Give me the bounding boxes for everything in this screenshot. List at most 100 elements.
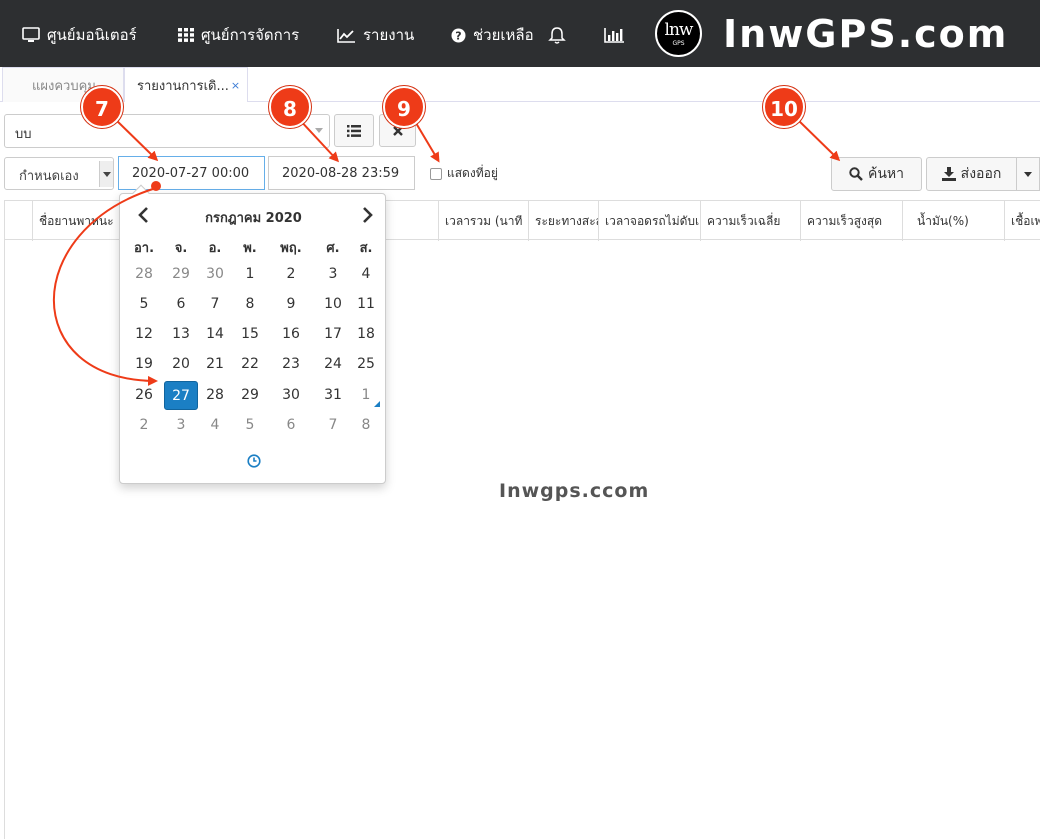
table-header-cell: [4, 201, 32, 241]
nav-monitor[interactable]: ศูนย์มอนิเตอร์: [22, 24, 137, 46]
day-cell[interactable]: 6: [164, 290, 198, 319]
day-cell[interactable]: 24: [316, 350, 350, 379]
weekday-label: อา.: [133, 241, 155, 256]
col-distance[interactable]: ระยะทางสะสม: [528, 201, 598, 241]
col-fuel[interactable]: เชื้อเพลิง: [1004, 201, 1040, 241]
nav-management[interactable]: ศูนย์การจัดการ: [178, 24, 299, 46]
datepicker-month-title[interactable]: กรกฎาคม 2020: [120, 207, 387, 228]
weekday-label: ศ.: [326, 241, 340, 256]
day-cell[interactable]: 3: [316, 260, 350, 289]
nav-monitor-label: ศูนย์มอนิเตอร์: [47, 26, 137, 44]
export-button-label: ส่งออก: [960, 166, 1002, 182]
nav-help-label: ช่วยเหลือ: [473, 26, 534, 44]
brand-logo-text: lnw: [664, 20, 694, 40]
datepicker-header: กรกฎาคม 2020: [120, 205, 387, 228]
show-address-toggle[interactable]: แสดงที่อยู่: [430, 164, 498, 183]
day-cell[interactable]: 16: [274, 320, 308, 349]
day-cell[interactable]: 20: [164, 350, 198, 379]
col-max-speed[interactable]: ความเร็วสูงสุด: [800, 201, 902, 241]
day-cell[interactable]: 17: [316, 320, 350, 349]
bar-chart-icon[interactable]: [604, 24, 625, 46]
export-button[interactable]: ส่งออก: [926, 157, 1017, 191]
list-icon: [347, 124, 361, 137]
notification-bell-icon[interactable]: [548, 24, 566, 46]
col-vehicle-name[interactable]: ชื่อยานพาหนะ: [32, 201, 132, 241]
end-date-input[interactable]: [268, 156, 415, 190]
day-cell[interactable]: 1: [233, 260, 267, 289]
col-total-time[interactable]: เวลารวม (นาที: [438, 201, 528, 241]
day-cell[interactable]: 28: [198, 381, 232, 410]
tab-bar: แผงควบคุม รายงานการเดิ... ×: [0, 67, 1040, 102]
day-cell[interactable]: 9: [274, 290, 308, 319]
nav-management-label: ศูนย์การจัดการ: [201, 26, 300, 44]
day-cell[interactable]: 1: [349, 381, 383, 410]
day-cell[interactable]: 3: [164, 411, 198, 440]
nav-help[interactable]: ? ช่วยเหลือ: [451, 24, 534, 46]
day-cell[interactable]: 10: [316, 290, 350, 319]
weekday-label: พฤ.: [280, 241, 302, 256]
day-cell[interactable]: 14: [198, 320, 232, 349]
day-cell[interactable]: 23: [274, 350, 308, 379]
day-cell[interactable]: 25: [349, 350, 383, 379]
annotation-marker-7: 7: [81, 86, 123, 128]
tab-report-label: รายงานการเดิ...: [137, 78, 229, 94]
day-cell[interactable]: 8: [233, 290, 267, 319]
day-cell[interactable]: 12: [127, 320, 161, 349]
day-cell[interactable]: 8: [349, 411, 383, 440]
day-cell[interactable]: 7: [316, 411, 350, 440]
day-cell[interactable]: 4: [198, 411, 232, 440]
day-cell[interactable]: 18: [349, 320, 383, 349]
datepicker-popup: กรกฎาคม 2020 อา. จ. อ. พ. พฤ. ศ. ส. 28 29 30 1 2 3 4 5…: [119, 184, 387, 484]
day-cell[interactable]: 5: [127, 290, 161, 319]
day-cell[interactable]: 15: [233, 320, 267, 349]
weekday-label: พ.: [243, 241, 257, 256]
nav-report[interactable]: รายงาน: [337, 24, 414, 46]
annotation-marker-8: 8: [269, 86, 311, 128]
tab-close-icon[interactable]: ×: [231, 79, 240, 92]
annotation-marker-9: 9: [383, 86, 425, 128]
svg-text:?: ?: [455, 29, 461, 42]
chevron-left-icon[interactable]: [136, 206, 152, 224]
day-cell[interactable]: 22: [233, 350, 267, 379]
download-icon: [941, 167, 956, 181]
weekday-label: ส.: [359, 241, 373, 256]
day-cell[interactable]: 7: [198, 290, 232, 319]
chevron-down-icon: [315, 128, 323, 133]
list-view-button[interactable]: [334, 114, 374, 147]
weekday-label: จ.: [174, 241, 188, 256]
col-idle-time[interactable]: เวลาจอดรถไม่ดับเครื่อง: [598, 201, 700, 241]
tab-report-travel[interactable]: รายงานการเดิ... ×: [124, 67, 248, 102]
day-cell[interactable]: 29: [233, 381, 267, 410]
question-circle-icon: ?: [451, 28, 466, 43]
date-range-mode-select[interactable]: กำหนดเอง: [4, 157, 114, 190]
clock-icon[interactable]: [247, 454, 261, 468]
day-cell-selected[interactable]: 27: [164, 381, 198, 410]
day-cell[interactable]: 6: [274, 411, 308, 440]
watermark: Inwgps.ccom: [499, 480, 650, 502]
day-cell[interactable]: 2: [127, 411, 161, 440]
vehicle-select-value: บบ: [15, 127, 32, 142]
day-cell[interactable]: 4: [349, 260, 383, 289]
day-cell[interactable]: 21: [198, 350, 232, 379]
search-button[interactable]: ค้นหา: [831, 157, 922, 191]
day-cell[interactable]: 31: [316, 381, 350, 410]
today-marker-icon: [374, 401, 380, 407]
day-cell[interactable]: 19: [127, 350, 161, 379]
day-cell[interactable]: 5: [233, 411, 267, 440]
day-cell[interactable]: 30: [274, 381, 308, 410]
grid-icon: [178, 28, 194, 42]
day-cell[interactable]: 30: [198, 260, 232, 289]
day-cell[interactable]: 13: [164, 320, 198, 349]
top-navbar: ศูนย์มอนิเตอร์ ศูนย์การจัดการ รายงาน ? ช…: [0, 0, 1040, 67]
day-cell[interactable]: 26: [127, 381, 161, 410]
day-cell[interactable]: 11: [349, 290, 383, 319]
col-avg-speed[interactable]: ความเร็วเฉลี่ย: [700, 201, 800, 241]
day-cell[interactable]: 2: [274, 260, 308, 289]
search-button-label: ค้นหา: [867, 166, 905, 182]
day-cell[interactable]: 28: [127, 260, 161, 289]
export-dropdown-toggle[interactable]: [1016, 157, 1040, 191]
col-fuel-percent[interactable]: น้ำมัน(%): [902, 201, 1004, 241]
day-cell[interactable]: 29: [164, 260, 198, 289]
chevron-right-icon[interactable]: [359, 206, 375, 224]
show-address-checkbox[interactable]: [430, 167, 442, 180]
